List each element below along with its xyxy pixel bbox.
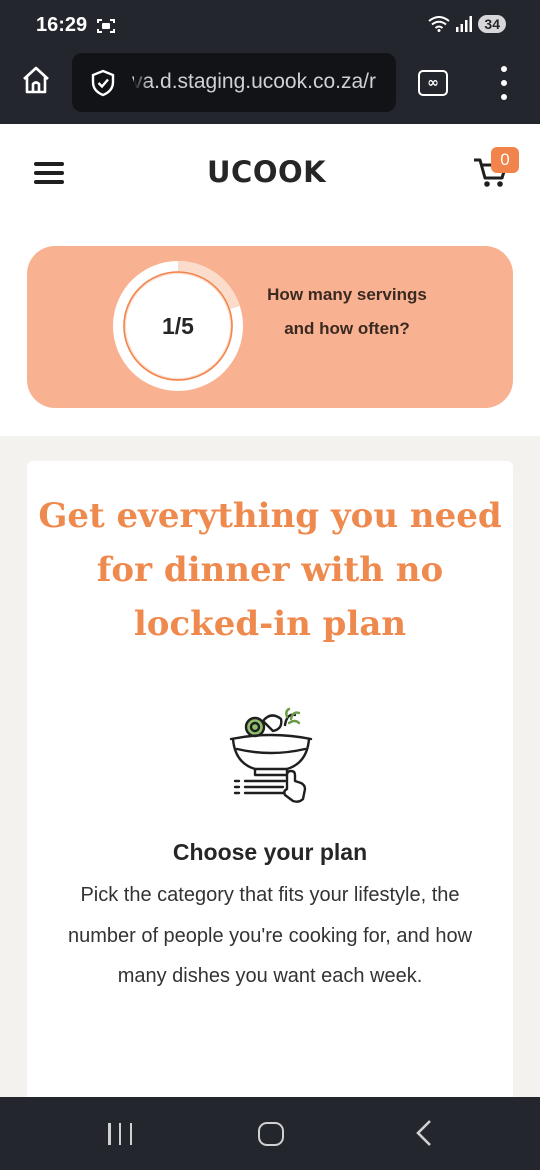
status-time: 16:29 xyxy=(36,14,88,36)
progress-card: 1/5 How many servings and how often? xyxy=(27,246,513,408)
battery-indicator: 34 xyxy=(478,15,506,33)
page-headline: Get everything you need for dinner with … xyxy=(38,496,502,644)
hamburger-menu-icon[interactable] xyxy=(34,162,64,184)
menu-dot xyxy=(501,80,507,86)
menu-dot xyxy=(501,66,507,72)
browser-chrome: 16:29 34 va.d.staging.ucook.co.za/r ∞ xyxy=(0,0,540,124)
salad-bowl-icon xyxy=(229,707,313,803)
plan-info-card: Get everything you need for dinner with … xyxy=(27,461,513,1121)
shield-check-icon[interactable] xyxy=(90,69,116,97)
home-nav-icon[interactable] xyxy=(258,1122,284,1146)
wifi-icon xyxy=(428,16,451,32)
progress-step-title: How many servings and how often? xyxy=(267,285,427,338)
progress-section: 1/5 How many servings and how often? xyxy=(0,219,540,436)
url-fade xyxy=(134,53,148,112)
progress-step: 1/5 xyxy=(162,312,194,339)
back-icon[interactable] xyxy=(412,1119,436,1147)
ucook-logo[interactable]: UCOOK xyxy=(207,155,326,189)
status-indicators: 34 xyxy=(428,15,506,33)
site-header: UCOOK xyxy=(0,124,540,219)
system-nav-bar xyxy=(0,1097,540,1170)
screen-record-icon xyxy=(97,19,115,33)
tabs-button[interactable]: ∞ xyxy=(418,70,448,96)
url-text[interactable]: va.d.staging.ucook.co.za/r xyxy=(132,70,376,94)
signal-icon xyxy=(456,16,473,32)
infinity-tabs-icon: ∞ xyxy=(427,75,439,91)
browser-menu-button[interactable] xyxy=(498,66,510,100)
plan-title: Choose your plan xyxy=(172,839,368,865)
address-bar[interactable]: va.d.staging.ucook.co.za/r xyxy=(72,53,396,112)
plan-description: Pick the category that fits your lifesty… xyxy=(67,884,473,987)
home-icon[interactable] xyxy=(20,64,52,96)
status-bar: 16:29 34 xyxy=(0,0,540,52)
cart-count-badge[interactable]: 0 xyxy=(491,147,519,173)
recents-icon[interactable] xyxy=(108,1123,132,1145)
menu-dot xyxy=(501,94,507,100)
